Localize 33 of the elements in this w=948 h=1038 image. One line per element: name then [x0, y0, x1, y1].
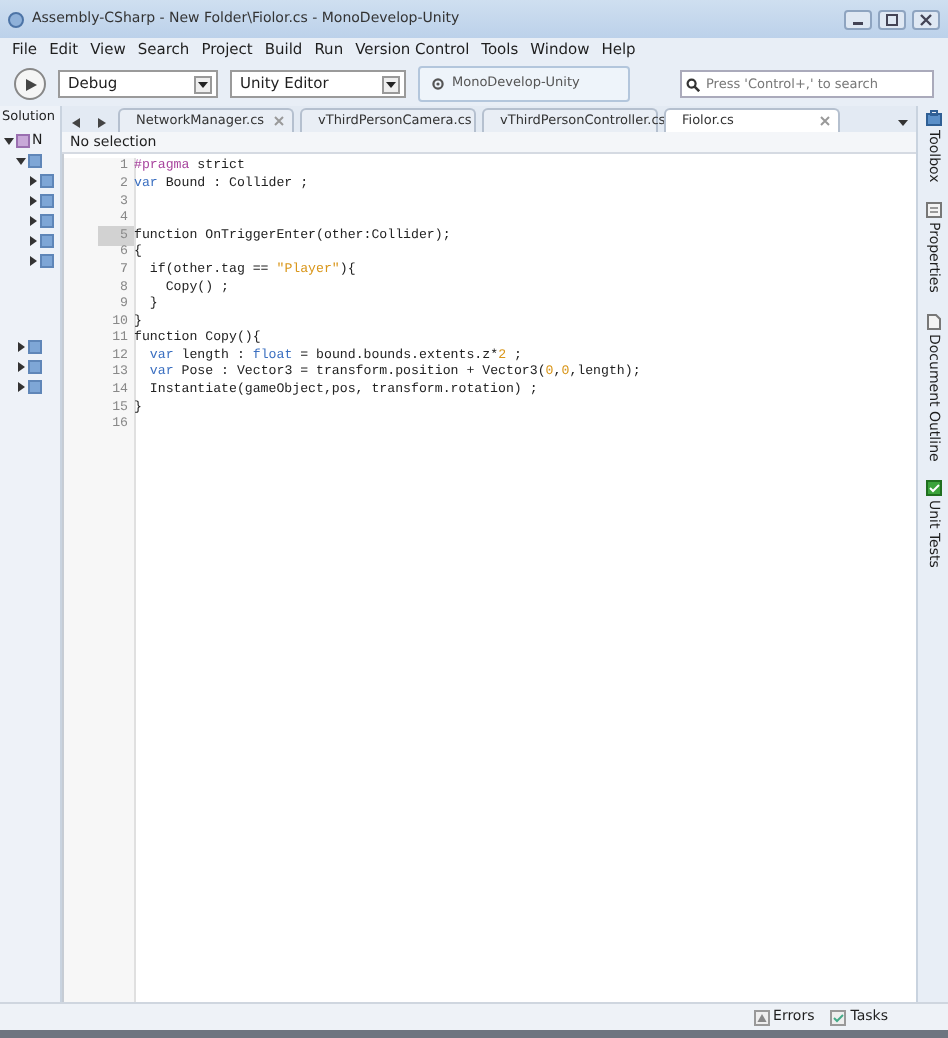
- search-icon: [686, 77, 700, 91]
- collapse-arrow-icon[interactable]: [4, 135, 14, 145]
- expand-arrow-icon[interactable]: [28, 175, 38, 185]
- toolbox-icon: [925, 110, 941, 126]
- close-icon[interactable]: [820, 116, 830, 126]
- expand-arrow-icon[interactable]: [16, 341, 26, 351]
- maximize-button[interactable]: [878, 9, 906, 29]
- caret-icon: [198, 81, 208, 87]
- run-button[interactable]: [14, 68, 46, 100]
- checklist-icon: [830, 1009, 847, 1025]
- properties-icon: [925, 202, 941, 219]
- maximize-icon: [886, 13, 898, 25]
- document-icon: [925, 313, 941, 330]
- expand-arrow-icon[interactable]: [28, 195, 38, 205]
- expand-arrow-icon[interactable]: [28, 255, 38, 265]
- forward-arrow-icon: [98, 117, 106, 128]
- warning-icon: [753, 1009, 770, 1025]
- caret-icon: [386, 81, 396, 87]
- close-icon: [920, 13, 932, 25]
- app-icon: [8, 11, 24, 27]
- expand-arrow-icon[interactable]: [16, 361, 26, 371]
- collapse-arrow-icon[interactable]: [16, 155, 26, 165]
- back-arrow-icon: [72, 117, 80, 128]
- play-icon: [23, 77, 37, 91]
- caret-icon: [898, 119, 908, 126]
- minimize-button[interactable]: [844, 9, 872, 29]
- gear-icon: [432, 78, 444, 90]
- solution-icon: [16, 133, 30, 147]
- expand-arrow-icon[interactable]: [16, 381, 26, 391]
- close-button[interactable]: [912, 9, 940, 29]
- test-icon: [925, 480, 941, 497]
- expand-arrow-icon[interactable]: [28, 215, 38, 225]
- expand-arrow-icon[interactable]: [28, 235, 38, 245]
